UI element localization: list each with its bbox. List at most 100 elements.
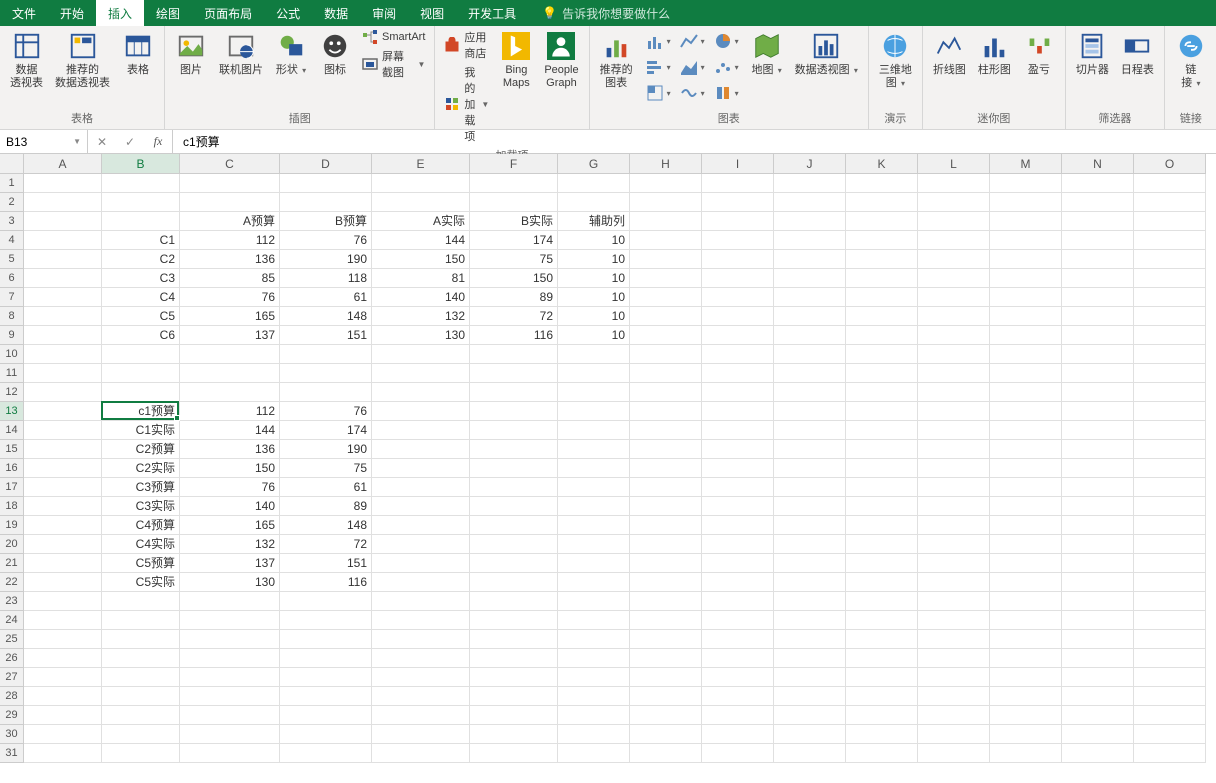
row-header-9[interactable]: 9 xyxy=(0,326,24,345)
cancel-icon[interactable]: ✕ xyxy=(88,130,116,153)
cell-J1[interactable] xyxy=(774,174,846,193)
people-button[interactable]: People Graph xyxy=(540,28,582,92)
cell-G11[interactable] xyxy=(558,364,630,383)
cell-M30[interactable] xyxy=(990,725,1062,744)
cell-G1[interactable] xyxy=(558,174,630,193)
cell-D14[interactable]: 174 xyxy=(280,421,372,440)
cell-G18[interactable] xyxy=(558,497,630,516)
cell-G26[interactable] xyxy=(558,649,630,668)
cell-J21[interactable] xyxy=(774,554,846,573)
cell-C22[interactable]: 130 xyxy=(180,573,280,592)
cell-K5[interactable] xyxy=(846,250,918,269)
cell-J28[interactable] xyxy=(774,687,846,706)
cell-B19[interactable]: C4预算 xyxy=(102,516,180,535)
menu-tab-插入[interactable]: 插入 xyxy=(96,0,144,26)
cell-F31[interactable] xyxy=(470,744,558,763)
cell-N15[interactable] xyxy=(1062,440,1134,459)
cell-L28[interactable] xyxy=(918,687,990,706)
cell-I2[interactable] xyxy=(702,193,774,212)
cell-E31[interactable] xyxy=(372,744,470,763)
cell-J4[interactable] xyxy=(774,231,846,250)
cell-B14[interactable]: C1实际 xyxy=(102,421,180,440)
cell-D1[interactable] xyxy=(280,174,372,193)
cell-D7[interactable]: 61 xyxy=(280,288,372,307)
cell-F13[interactable] xyxy=(470,402,558,421)
cell-N2[interactable] xyxy=(1062,193,1134,212)
cell-M14[interactable] xyxy=(990,421,1062,440)
cell-J11[interactable] xyxy=(774,364,846,383)
cell-E22[interactable] xyxy=(372,573,470,592)
rec-pivot-button[interactable]: 推荐的 数据透视表 xyxy=(51,28,114,92)
cell-I10[interactable] xyxy=(702,345,774,364)
cell-E7[interactable]: 140 xyxy=(372,288,470,307)
cell-I8[interactable] xyxy=(702,307,774,326)
cell-C17[interactable]: 76 xyxy=(180,478,280,497)
cell-N20[interactable] xyxy=(1062,535,1134,554)
cell-J5[interactable] xyxy=(774,250,846,269)
cell-L13[interactable] xyxy=(918,402,990,421)
cell-A25[interactable] xyxy=(24,630,102,649)
cell-N26[interactable] xyxy=(1062,649,1134,668)
row-header-22[interactable]: 22 xyxy=(0,573,24,592)
cell-O14[interactable] xyxy=(1134,421,1206,440)
chart-type-1[interactable]: ▾ xyxy=(675,28,709,54)
cell-C4[interactable]: 112 xyxy=(180,231,280,250)
cell-E18[interactable] xyxy=(372,497,470,516)
cell-C31[interactable] xyxy=(180,744,280,763)
col-header-L[interactable]: L xyxy=(918,154,990,174)
cell-J30[interactable] xyxy=(774,725,846,744)
cell-D19[interactable]: 148 xyxy=(280,516,372,535)
cell-K25[interactable] xyxy=(846,630,918,649)
cell-N21[interactable] xyxy=(1062,554,1134,573)
cell-C2[interactable] xyxy=(180,193,280,212)
row-header-2[interactable]: 2 xyxy=(0,193,24,212)
cell-N9[interactable] xyxy=(1062,326,1134,345)
cell-G28[interactable] xyxy=(558,687,630,706)
cell-M20[interactable] xyxy=(990,535,1062,554)
cell-L26[interactable] xyxy=(918,649,990,668)
cell-L6[interactable] xyxy=(918,269,990,288)
col-header-M[interactable]: M xyxy=(990,154,1062,174)
cell-E6[interactable]: 81 xyxy=(372,269,470,288)
cell-J25[interactable] xyxy=(774,630,846,649)
cell-B9[interactable]: C6 xyxy=(102,326,180,345)
sparkline-line-button[interactable]: 折线图 xyxy=(929,28,970,79)
cell-E30[interactable] xyxy=(372,725,470,744)
cell-F25[interactable] xyxy=(470,630,558,649)
cell-J19[interactable] xyxy=(774,516,846,535)
cell-D2[interactable] xyxy=(280,193,372,212)
cell-G25[interactable] xyxy=(558,630,630,649)
cell-B12[interactable] xyxy=(102,383,180,402)
cell-D18[interactable]: 89 xyxy=(280,497,372,516)
cell-N25[interactable] xyxy=(1062,630,1134,649)
col-header-F[interactable]: F xyxy=(470,154,558,174)
cell-B17[interactable]: C3预算 xyxy=(102,478,180,497)
cell-A28[interactable] xyxy=(24,687,102,706)
cell-H16[interactable] xyxy=(630,459,702,478)
col-header-D[interactable]: D xyxy=(280,154,372,174)
cell-O19[interactable] xyxy=(1134,516,1206,535)
cell-D26[interactable] xyxy=(280,649,372,668)
col-header-J[interactable]: J xyxy=(774,154,846,174)
cell-H6[interactable] xyxy=(630,269,702,288)
cell-D29[interactable] xyxy=(280,706,372,725)
pivot-chart-button[interactable]: 数据透视图 ▾ xyxy=(791,28,862,79)
cell-E13[interactable] xyxy=(372,402,470,421)
cell-B3[interactable] xyxy=(102,212,180,231)
cell-B7[interactable]: C4 xyxy=(102,288,180,307)
cell-B30[interactable] xyxy=(102,725,180,744)
cell-J8[interactable] xyxy=(774,307,846,326)
menu-tab-绘图[interactable]: 绘图 xyxy=(144,0,192,26)
cell-K18[interactable] xyxy=(846,497,918,516)
cell-I31[interactable] xyxy=(702,744,774,763)
screenshot-button[interactable]: 屏幕截图▼ xyxy=(359,47,428,81)
row-header-14[interactable]: 14 xyxy=(0,421,24,440)
row-header-26[interactable]: 26 xyxy=(0,649,24,668)
cell-L19[interactable] xyxy=(918,516,990,535)
cell-D25[interactable] xyxy=(280,630,372,649)
cell-A19[interactable] xyxy=(24,516,102,535)
maps-button[interactable]: 地图 ▾ xyxy=(747,28,787,79)
cell-B27[interactable] xyxy=(102,668,180,687)
bing-button[interactable]: Bing Maps xyxy=(496,28,536,92)
cell-I20[interactable] xyxy=(702,535,774,554)
